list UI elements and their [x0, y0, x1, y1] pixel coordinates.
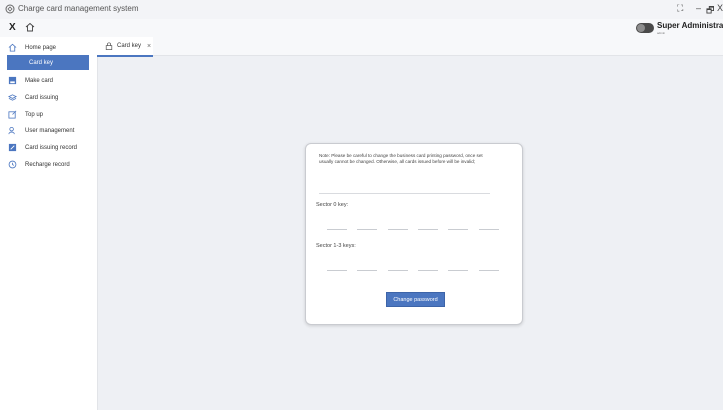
sidebar-item-label: Top up [25, 111, 44, 118]
minimize-button[interactable]: – [696, 3, 701, 13]
sidebar-item-user-management[interactable]: User management [5, 123, 89, 138]
sector13-label: Sector 1-3 keys: [316, 243, 356, 249]
sidebar-item-card-issuing-record[interactable]: Card issuing record [5, 140, 89, 155]
card-printer-icon [8, 76, 17, 85]
sector13-key-input-6[interactable] [479, 270, 499, 271]
user-role: admin [657, 31, 666, 35]
history-icon [8, 160, 17, 169]
app-header [0, 19, 723, 37]
sidebar-item-label: Card key [29, 59, 54, 66]
tab-bar [97, 37, 723, 56]
tab-close-icon[interactable]: × [147, 43, 151, 50]
sector0-key-input-6[interactable] [479, 229, 499, 230]
sector0-label: Sector 0 key: [316, 202, 349, 208]
sidebar-item-label: Make card [25, 77, 54, 84]
record-icon [8, 143, 17, 152]
sidebar-item-card-key[interactable]: Card key [7, 55, 89, 70]
users-icon [8, 126, 17, 135]
tab-card-key[interactable]: Card key × [97, 37, 153, 57]
user-name[interactable]: Super Administrator [657, 21, 723, 30]
layers-icon [8, 93, 17, 102]
lock-icon [105, 42, 113, 50]
sidebar-item-card-issuing[interactable]: Card issuing [5, 90, 89, 105]
collapse-button[interactable]: X [9, 22, 16, 33]
sector0-key-input-3[interactable] [388, 229, 408, 230]
avatar[interactable] [636, 23, 654, 33]
sector13-key-input-1[interactable] [327, 270, 347, 271]
sidebar-item-label: Recharge record [25, 161, 70, 168]
sector0-key-input-1[interactable] [327, 229, 347, 230]
sector0-key-input-2[interactable] [357, 229, 377, 230]
tab-label: Card key [117, 43, 142, 49]
sidebar-item-recharge-record[interactable]: Recharge record [5, 157, 89, 172]
sector13-key-input-3[interactable] [388, 270, 408, 271]
warning-note: Note: Please be careful to change the bu… [319, 153, 483, 164]
home-icon [8, 43, 17, 52]
window-title: Charge card management system [18, 4, 139, 13]
sector13-key-input-2[interactable] [357, 270, 377, 271]
sidebar-item-label: Home page [25, 44, 57, 51]
sector0-key-input-5[interactable] [448, 229, 468, 230]
fullscreen-button[interactable]: ⛶ [677, 3, 683, 14]
edit-icon [8, 110, 17, 119]
sidebar: Home page Card key Make card Card issuin… [0, 37, 98, 410]
home-icon[interactable] [25, 22, 35, 32]
sector13-key-input-5[interactable] [448, 270, 468, 271]
title-bar: Charge card management system ⛶ – 🗗 X [0, 0, 723, 20]
sidebar-item-label: Card issuing [25, 94, 59, 101]
sidebar-item-label: User management [25, 127, 75, 134]
app-logo-icon [5, 4, 15, 14]
password-input[interactable] [319, 193, 490, 194]
card-key-form: Note: Please be careful to change the bu… [305, 143, 523, 325]
restore-button[interactable]: 🗗 [706, 3, 714, 19]
sidebar-item-make-card[interactable]: Make card [5, 73, 89, 88]
change-password-button[interactable]: Change password [386, 292, 445, 307]
sidebar-item-label: Card issuing record [25, 144, 78, 151]
sector0-key-input-4[interactable] [418, 229, 438, 230]
sidebar-item-home[interactable]: Home page [5, 40, 89, 55]
sector13-key-input-4[interactable] [418, 270, 438, 271]
sidebar-item-top-up[interactable]: Top up [5, 107, 89, 122]
close-window-button[interactable]: X [717, 3, 723, 13]
